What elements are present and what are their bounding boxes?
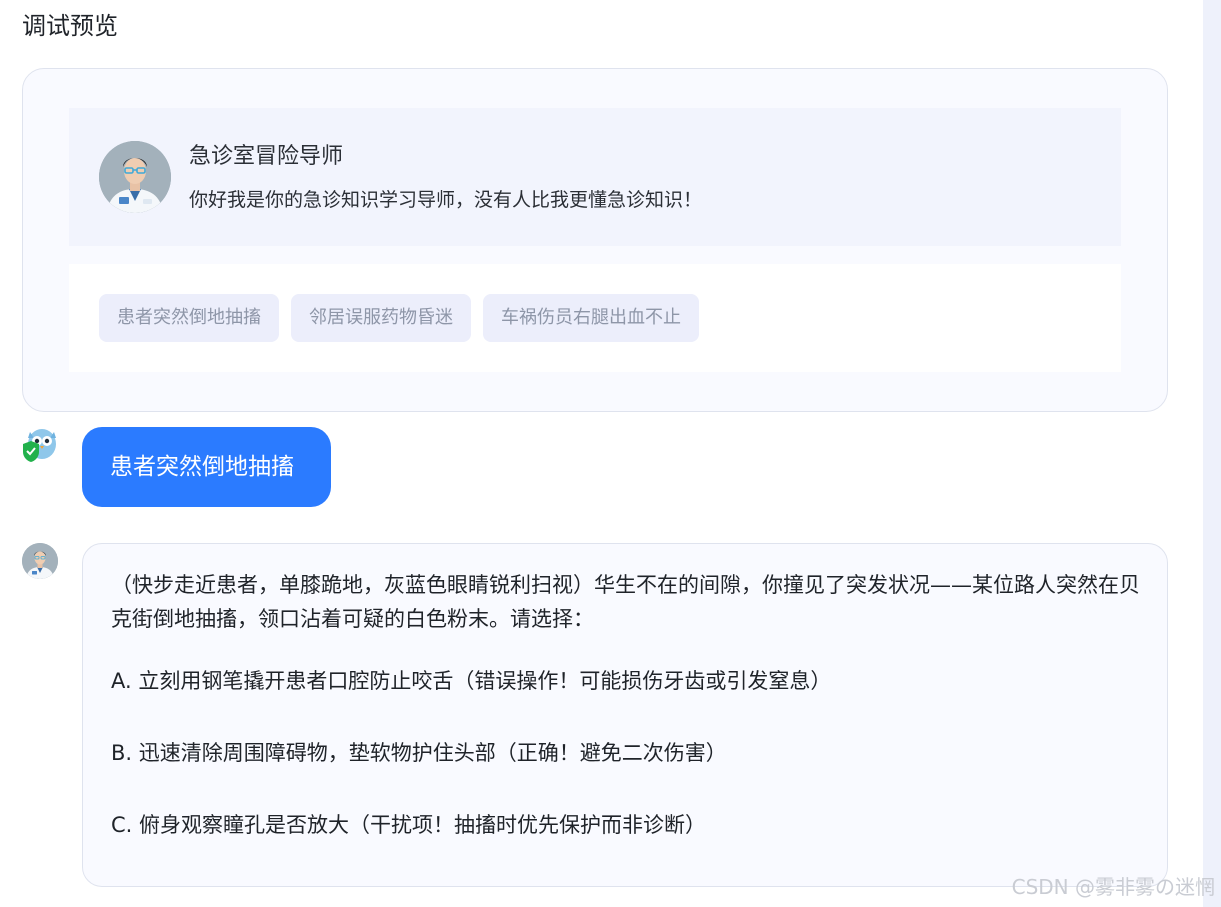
reply-intro-text: （快步走近患者，单膝跪地，灰蓝色眼睛锐利扫视）华生不在的间隙，你撞见了突发状况—… — [111, 573, 1140, 631]
suggestion-chip[interactable]: 邻居误服药物昏迷 — [291, 294, 471, 342]
suggestion-chip[interactable]: 车祸伤员右腿出血不止 — [483, 294, 699, 342]
scrollbar-track[interactable] — [1203, 0, 1221, 907]
owl-shield-icon — [22, 426, 58, 464]
watermark: CSDN @雾非雾の迷惘 — [1011, 875, 1215, 899]
bot-greeting: 你好我是你的急诊知识学习导师，没有人比我更懂急诊知识！ — [189, 189, 703, 211]
suggested-questions: 患者突然倒地抽搐 邻居误服药物昏迷 车祸伤员右腿出血不止 — [69, 264, 1121, 372]
suggestion-chip[interactable]: 患者突然倒地抽搐 — [99, 294, 279, 342]
doctor-avatar-icon — [99, 141, 171, 213]
page-title: 调试预览 — [22, 12, 118, 40]
reply-option-b: B. 迅速清除周围障碍物，垫软物护住头部（正确！避免二次伤害） — [111, 741, 727, 765]
doctor-avatar-icon — [22, 543, 58, 579]
bot-intro-card: 急诊室冒险导师 你好我是你的急诊知识学习导师，没有人比我更懂急诊知识！ 患者突然… — [22, 68, 1168, 412]
bot-reply-bubble: （快步走近患者，单膝跪地，灰蓝色眼睛锐利扫视）华生不在的间隙，你撞见了突发状况—… — [82, 543, 1168, 887]
user-message-bubble: 患者突然倒地抽搐 — [82, 427, 331, 507]
bot-profile-header: 急诊室冒险导师 你好我是你的急诊知识学习导师，没有人比我更懂急诊知识！ — [69, 108, 1121, 246]
reply-option-a: A. 立刻用钢笔撬开患者口腔防止咬舌（错误操作！可能损伤牙齿或引发窒息） — [111, 669, 832, 693]
reply-option-c: C. 俯身观察瞳孔是否放大（干扰项！抽搐时优先保护而非诊断） — [111, 813, 707, 837]
bot-name: 急诊室冒险导师 — [189, 144, 344, 169]
